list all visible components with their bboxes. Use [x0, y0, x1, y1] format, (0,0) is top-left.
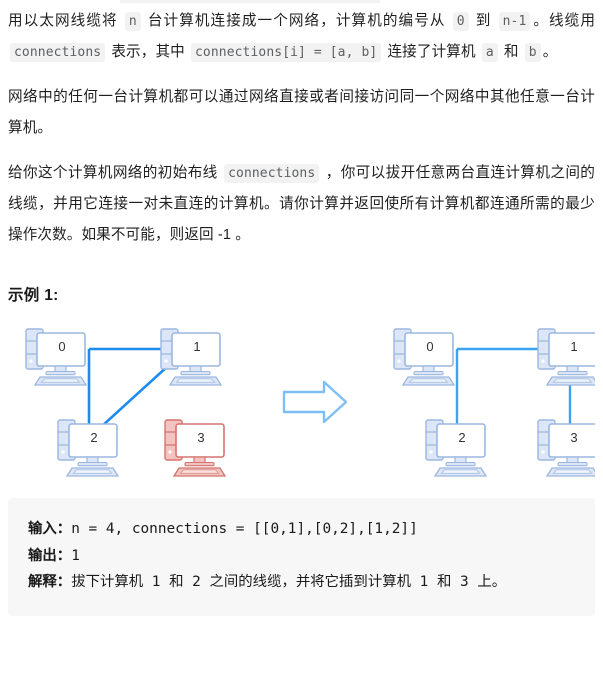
node-label-0: 0 — [58, 339, 65, 354]
node-label-3: 3 — [197, 430, 204, 445]
network-diagram-svg: 0 1 2 3 0 1 2 3 — [25, 328, 595, 477]
input-value: n = 4, connections = [[0,1],[0,2],[1,2]] — [71, 521, 418, 537]
para1-seg8: 。 — [542, 44, 558, 60]
example-heading: 示例 1: — [8, 287, 59, 304]
right-node-0: 0 — [393, 328, 455, 386]
problem-paragraph-2: 网络中的任何一台计算机都可以通过网络直接或者间接访问同一个网络中其他任意一台计算… — [8, 89, 595, 136]
top-edge-strip — [120, 0, 380, 3]
example-figure: 0 1 2 3 0 1 2 3 — [8, 319, 595, 484]
inline-code-a: a — [481, 43, 498, 62]
node-label-0: 0 — [426, 339, 433, 354]
inline-code-connections: connections — [10, 43, 106, 62]
node-label-2: 2 — [458, 430, 465, 445]
explain-label: 解释： — [28, 574, 72, 590]
inline-code-n-minus-1: n-1 — [498, 12, 531, 31]
example-code-text: 输入：n = 4, connections = [[0,1],[0,2],[1,… — [28, 516, 575, 596]
para1-seg5: 表示，其中 — [111, 44, 185, 60]
inline-code-connections-i: connections[i] = [a, b] — [191, 43, 382, 62]
right-node-3: 3 — [537, 419, 595, 477]
left-node-2: 2 — [57, 419, 119, 477]
right-arrow-icon — [282, 380, 348, 424]
inline-code-connections-2: connections — [224, 164, 320, 183]
para1-seg1: 用以太网线缆将 — [8, 13, 118, 29]
problem-page: 用以太网线缆将 n 台计算机连接成一个网络，计算机的编号从 0 到 n-1 。线缆… — [0, 0, 603, 690]
node-label-1: 1 — [193, 339, 200, 354]
right-node-1: 1 — [537, 328, 595, 386]
explain-value: 拔下计算机 1 和 2 之间的线缆，并将它插到计算机 1 和 3 上。 — [71, 574, 507, 590]
inline-code-n: n — [124, 12, 141, 31]
problem-paragraph-1: 用以太网线缆将 n 台计算机连接成一个网络，计算机的编号从 0 到 n-1 。线缆… — [8, 0, 595, 68]
left-node-1: 1 — [160, 328, 222, 386]
para1-seg3: 到 — [475, 13, 492, 29]
right-node-2: 2 — [425, 419, 487, 477]
problem-paragraph-3: 给你这个计算机网络的初始布线 connections ，你可以拔开任意两台直连计… — [8, 144, 595, 251]
inline-code-zero: 0 — [452, 12, 469, 31]
output-label: 输出： — [28, 547, 72, 564]
output-value: 1 — [71, 547, 80, 564]
inline-code-b: b — [524, 43, 541, 62]
node-label-2: 2 — [90, 430, 97, 445]
input-label: 输入： — [28, 521, 72, 537]
node-label-1: 1 — [570, 339, 577, 354]
para3-seg1: 给你这个计算机网络的初始布线 — [8, 165, 218, 181]
para1-seg2: 台计算机连接成一个网络，计算机的编号从 — [147, 13, 446, 29]
node-label-3: 3 — [570, 430, 577, 445]
left-node-0: 0 — [25, 328, 87, 386]
para1-seg7: 和 — [503, 44, 519, 60]
para1-seg6: 连接了计算机 — [387, 44, 476, 60]
left-node-3-isolated: 3 — [164, 419, 226, 477]
example-code-block: 输入：n = 4, connections = [[0,1],[0,2],[1,… — [8, 498, 595, 616]
para1-seg4: 。线缆用 — [532, 13, 596, 29]
